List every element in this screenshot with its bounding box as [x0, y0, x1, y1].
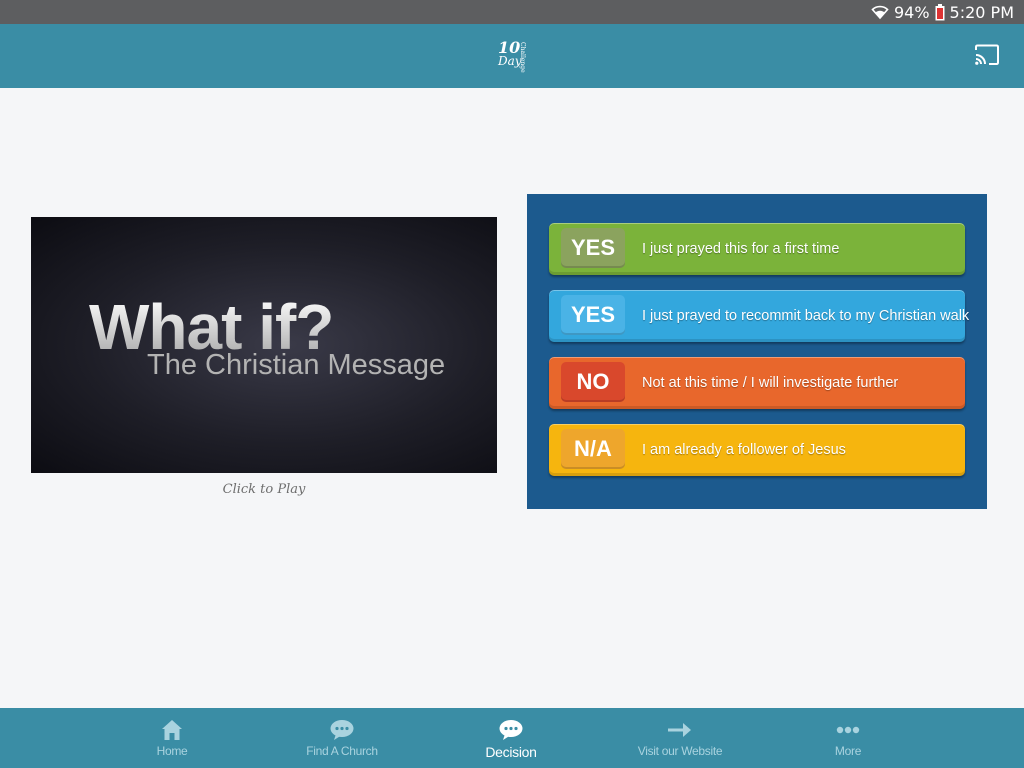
battery-icon — [935, 3, 945, 21]
option-badge: N/A — [561, 429, 625, 469]
battery-percent: 94% — [893, 2, 930, 22]
decision-option-no[interactable]: NO Not at this time / I will investigate… — [549, 357, 965, 409]
nav-find-a-church[interactable]: Find A Church — [282, 708, 402, 768]
nav-more[interactable]: More — [788, 708, 908, 768]
home-icon — [161, 718, 183, 742]
nav-label: Decision — [485, 744, 537, 760]
decision-option-yes-first-time[interactable]: YES I just prayed this for a first time — [549, 223, 965, 275]
decision-option-yes-recommit[interactable]: YES I just prayed to recommit back to my… — [549, 290, 969, 342]
nav-visit-website[interactable]: Visit our Website — [620, 708, 740, 768]
option-badge: NO — [561, 362, 625, 402]
chat-bubble-icon — [499, 718, 523, 742]
nav-label: More — [834, 744, 862, 758]
app-logo: 10 Day Challenge — [494, 40, 530, 73]
click-to-play-caption[interactable]: Click to Play — [31, 482, 497, 497]
more-dots-icon — [836, 718, 860, 742]
option-badge: YES — [561, 228, 625, 268]
status-bar: 94% 5:20 PM — [0, 0, 1024, 24]
option-label: I just prayed this for a first time — [642, 241, 840, 257]
clock: 5:20 PM — [949, 2, 1014, 22]
main-content: What if? The Christian Message Click to … — [0, 88, 1024, 708]
nav-label: Find A Church — [306, 744, 378, 758]
bottom-navigation: Home Find A Church Decision Visit our We… — [0, 708, 1024, 768]
nav-home[interactable]: Home — [112, 708, 232, 768]
wifi-icon — [871, 4, 889, 20]
video-subtitle: The Christian Message — [147, 349, 446, 381]
nav-decision[interactable]: Decision — [451, 708, 571, 768]
nav-label: Visit our Website — [637, 744, 723, 758]
decision-panel: YES I just prayed this for a first time … — [527, 194, 987, 509]
chat-bubble-icon — [330, 718, 354, 742]
cast-icon[interactable] — [974, 44, 1000, 66]
option-label: I just prayed to recommit back to my Chr… — [642, 308, 970, 324]
logo-small-text: Challenge — [519, 42, 526, 73]
option-badge: YES — [561, 295, 625, 335]
option-label: Not at this time / I will investigate fu… — [642, 375, 899, 391]
nav-label: Home — [156, 744, 188, 758]
decision-option-na[interactable]: N/A I am already a follower of Jesus — [549, 424, 965, 476]
option-label: I am already a follower of Jesus — [642, 442, 846, 458]
arrow-right-icon — [668, 718, 692, 742]
app-bar: 10 Day Challenge — [0, 24, 1024, 88]
video-thumbnail[interactable]: What if? The Christian Message — [31, 217, 497, 473]
